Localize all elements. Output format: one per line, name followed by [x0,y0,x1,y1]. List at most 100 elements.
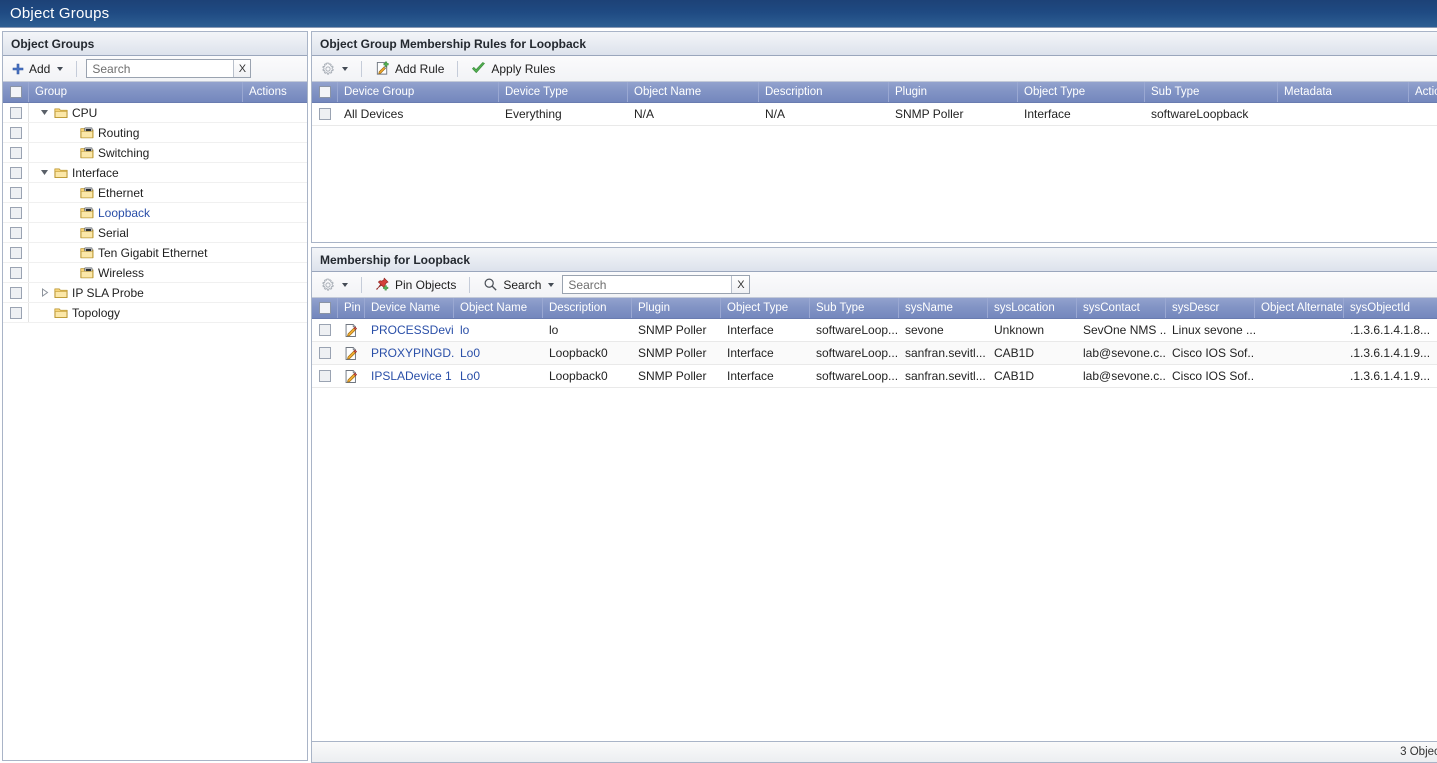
sidebar-item-cpu[interactable]: CPU [29,106,97,120]
tree-item-label[interactable]: CPU [72,106,97,120]
table-row[interactable]: PROXYPINGD... Lo0 Loopback0 SNMP Poller Inte… [312,342,1437,365]
group-search-box[interactable]: X [86,59,252,78]
rules-column-header[interactable]: Actions [1409,82,1437,102]
row-checkbox[interactable] [319,370,331,382]
row-checkbox[interactable] [9,106,22,119]
membership-column-header[interactable]: Description [543,298,632,318]
edit-pin-icon[interactable] [344,369,359,384]
tree-row[interactable]: Ten Gigabit Ethernet [3,243,307,263]
tree-row[interactable]: Loopback [3,203,307,223]
tree-row-checkbox-cell[interactable] [3,283,29,302]
membership-column-header[interactable]: sysName [899,298,988,318]
rules-column-header[interactable]: Device Group [338,82,499,102]
row-checkbox[interactable] [319,347,331,359]
cell-object-name[interactable]: Lo0 [454,342,543,364]
device-name-link[interactable]: PROXYPINGD... [371,346,454,360]
membership-column-header[interactable]: Pin [338,298,365,318]
object-name-link[interactable]: lo [460,323,469,337]
membership-column-header[interactable]: Sub Type [810,298,899,318]
sidebar-item-ethernet[interactable]: Ethernet [29,186,143,200]
row-checkbox[interactable] [319,324,331,336]
membership-column-header[interactable]: sysContact [1077,298,1166,318]
row-checkbox-cell[interactable] [312,103,338,125]
row-checkbox[interactable] [9,126,22,139]
tree-row-checkbox-cell[interactable] [3,243,29,262]
cell-pin[interactable] [338,342,365,364]
table-row[interactable]: All Devices Everything N/A N/A SNMP Poller In… [312,103,1437,126]
rules-column-header[interactable]: Device Type [499,82,628,102]
membership-column-header[interactable]: Plugin [632,298,721,318]
row-checkbox[interactable] [9,186,22,199]
sidebar-item-serial[interactable]: Serial [29,226,129,240]
rules-column-header[interactable]: Object Name [628,82,759,102]
cell-object-name[interactable]: lo [454,319,543,341]
tree-row-checkbox-cell[interactable] [3,143,29,162]
row-checkbox[interactable] [9,166,22,179]
membership-select-all-header[interactable] [312,298,338,318]
row-checkbox[interactable] [9,146,22,159]
sidebar-item-ip-sla-probe[interactable]: IP SLA Probe [29,286,144,300]
tree-row-checkbox-cell[interactable] [3,123,29,142]
select-all-checkbox[interactable] [318,302,331,314]
tree-row[interactable]: IP SLA Probe [3,283,307,303]
sidebar-item-ten-gigabit-ethernet[interactable]: Ten Gigabit Ethernet [29,246,207,260]
tree-row[interactable]: CPU [3,103,307,123]
tree-item-label[interactable]: Loopback [98,206,150,220]
tree-row[interactable]: Switching [3,143,307,163]
tree-row-checkbox-cell[interactable] [3,163,29,182]
expand-arrow-icon[interactable] [39,168,50,177]
edit-pin-icon[interactable] [344,323,359,338]
sidebar-item-switching[interactable]: Switching [29,146,149,160]
add-rule-button[interactable]: Add Rule [371,59,448,79]
collapse-arrow-icon[interactable] [39,288,50,297]
membership-column-header[interactable]: sysDescr [1166,298,1255,318]
rules-settings-button[interactable] [317,59,352,79]
sidebar-item-topology[interactable]: Topology [29,306,120,320]
rules-select-all-header[interactable] [312,82,338,102]
tree-row[interactable]: Wireless [3,263,307,283]
tree-item-label[interactable]: Topology [72,306,120,320]
apply-rules-button[interactable]: Apply Rules [467,59,559,79]
group-search-clear-button[interactable]: X [233,60,251,77]
tree-row-checkbox-cell[interactable] [3,103,29,122]
sidebar-item-interface[interactable]: Interface [29,166,119,180]
membership-search-box[interactable]: X [562,275,751,294]
object-name-link[interactable]: Lo0 [460,346,480,360]
tree-row-checkbox-cell[interactable] [3,203,29,222]
cell-device-name[interactable]: IPSLADevice 1 [365,365,454,387]
expand-arrow-icon[interactable] [39,108,50,117]
row-checkbox-cell[interactable] [312,365,338,387]
sidebar-item-routing[interactable]: Routing [29,126,139,140]
membership-column-header[interactable]: sysObjectId [1344,298,1437,318]
table-row[interactable]: IPSLADevice 1 Lo0 Loopback0 SNMP Poller Inte… [312,365,1437,388]
row-checkbox[interactable] [9,226,22,239]
row-checkbox-cell[interactable] [312,342,338,364]
row-checkbox[interactable] [9,306,22,319]
rules-column-header[interactable]: Object Type [1018,82,1145,102]
membership-column-header[interactable]: Object Alternate [1255,298,1344,318]
device-name-link[interactable]: PROCESSDevi... [371,323,454,337]
select-all-checkbox[interactable] [9,86,22,98]
membership-column-header[interactable]: Object Type [721,298,810,318]
rules-column-header[interactable]: Metadata [1278,82,1409,102]
row-checkbox[interactable] [9,246,22,259]
tree-row-checkbox-cell[interactable] [3,303,29,322]
sidebar-item-loopback[interactable]: Loopback [29,206,150,220]
tree-row[interactable]: Serial [3,223,307,243]
tree-row[interactable]: Routing [3,123,307,143]
device-name-link[interactable]: IPSLADevice 1 [371,369,452,383]
pin-objects-button[interactable]: Pin Objects [371,275,460,295]
cell-pin[interactable] [338,319,365,341]
group-select-all-header[interactable] [3,82,29,102]
membership-column-header[interactable]: sysLocation [988,298,1077,318]
group-column-header[interactable]: Group [29,82,243,102]
membership-search-clear-button[interactable]: X [731,276,750,293]
tree-item-label[interactable]: IP SLA Probe [72,286,144,300]
edit-pin-icon[interactable] [344,346,359,361]
add-group-button[interactable]: Add [8,59,67,79]
cell-device-name[interactable]: PROCESSDevi... [365,319,454,341]
membership-column-header[interactable]: Device Name [365,298,454,318]
select-all-checkbox[interactable] [318,86,331,98]
cell-device-name[interactable]: PROXYPINGD... [365,342,454,364]
row-checkbox[interactable] [9,266,22,279]
